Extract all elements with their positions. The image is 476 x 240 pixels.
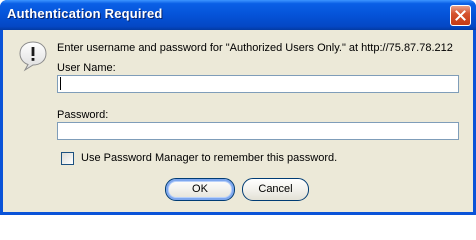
auth-dialog-window: Authentication Required Enter username a… [0, 0, 476, 215]
dialog-body: Enter username and password for "Authori… [3, 30, 473, 212]
username-label: User Name: [57, 62, 116, 74]
remember-password-checkbox[interactable] [61, 152, 74, 165]
close-button[interactable] [450, 5, 471, 26]
window-title: Authentication Required [7, 6, 163, 21]
password-label: Password: [57, 109, 109, 121]
text-caret [60, 77, 61, 90]
cancel-button[interactable]: Cancel [242, 178, 309, 201]
password-input[interactable] [57, 122, 459, 140]
auth-prompt-text: Enter username and password for "Authori… [57, 42, 453, 54]
username-input[interactable] [57, 75, 459, 93]
close-icon [455, 10, 466, 21]
remember-password-label[interactable]: Use Password Manager to remember this pa… [81, 152, 337, 164]
title-bar[interactable]: Authentication Required [0, 0, 476, 30]
warning-bubble-icon [19, 41, 47, 72]
ok-button[interactable]: OK [165, 178, 235, 201]
